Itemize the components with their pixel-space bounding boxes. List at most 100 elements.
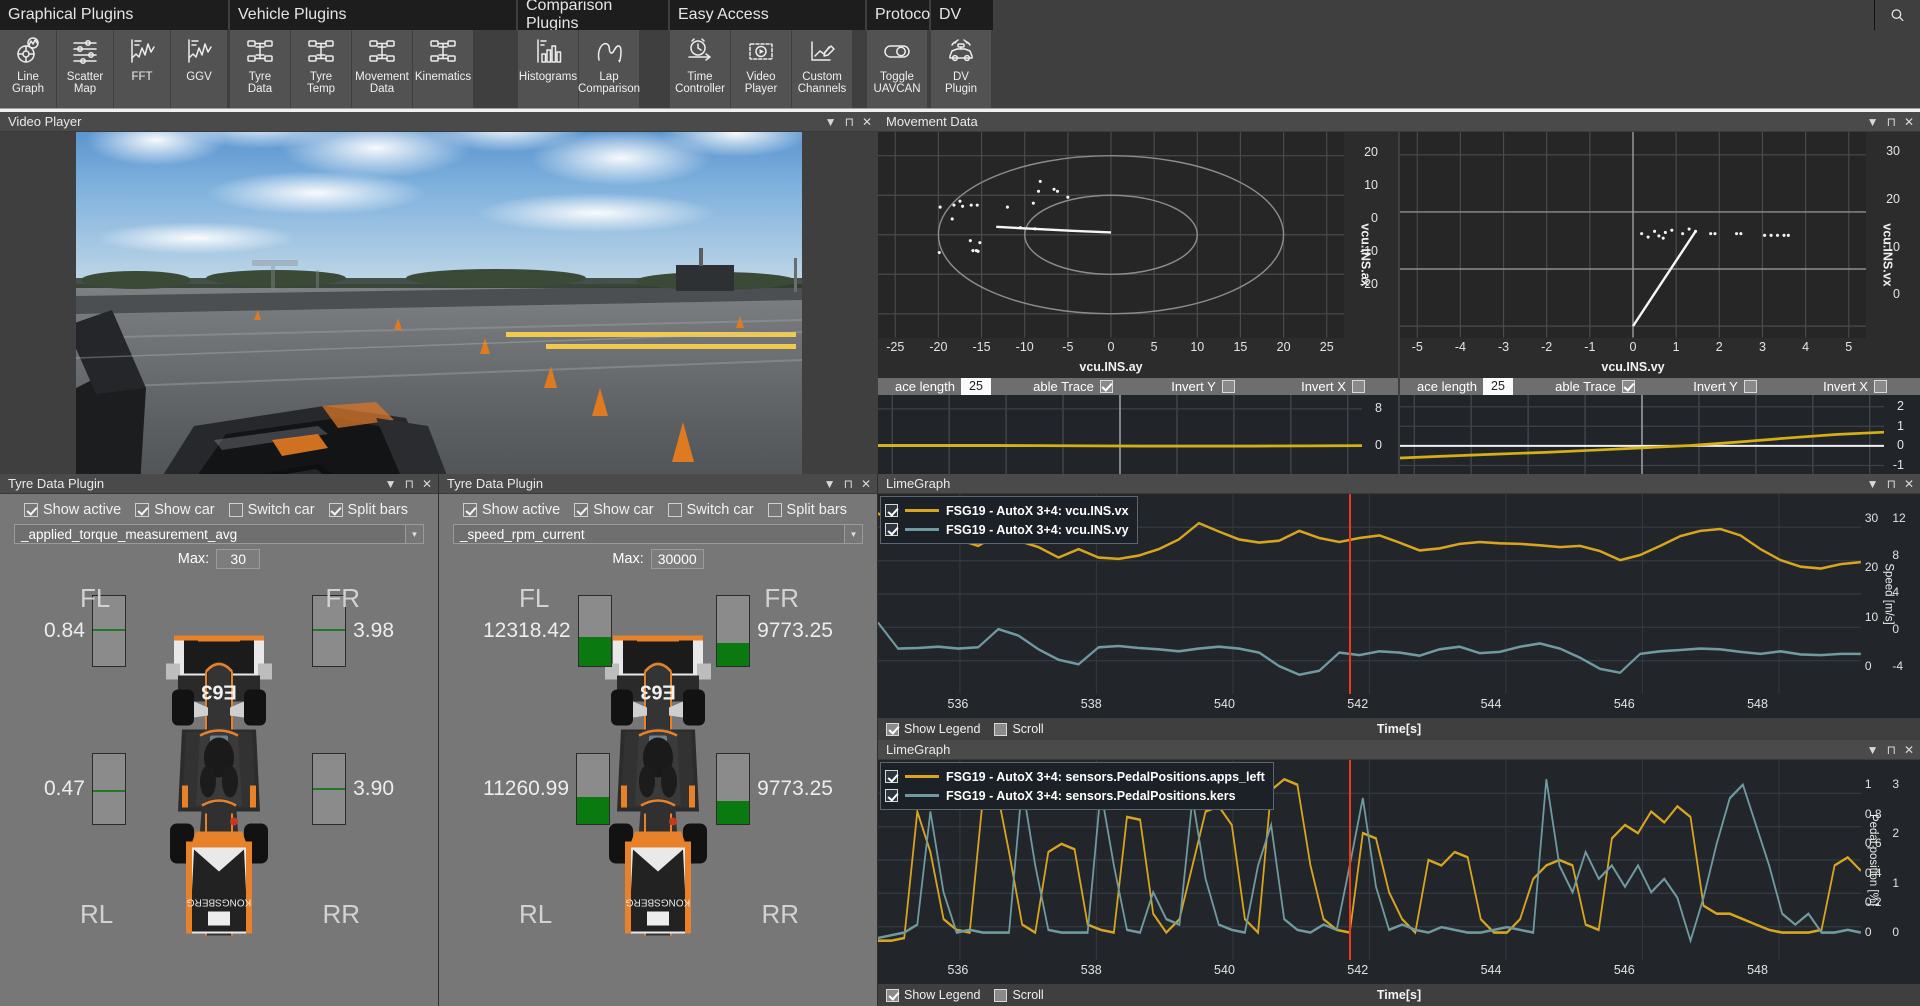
close-icon[interactable]: ✕	[1904, 478, 1914, 490]
tool-tyre-temp[interactable]: Tyre Temp	[291, 30, 351, 108]
close-icon[interactable]: ✕	[862, 116, 872, 128]
chevron-down-icon[interactable]: ▼	[844, 525, 862, 543]
movement-right-control-able-trace[interactable]: able Trace	[1530, 379, 1660, 394]
control-checkbox[interactable]	[1873, 379, 1887, 393]
control-number-input[interactable]: 25	[1483, 377, 1513, 395]
checkbox-box[interactable]	[228, 503, 243, 517]
checkbox-box[interactable]	[463, 503, 477, 517]
movement-left-control-invert-x[interactable]: Invert X	[1268, 379, 1398, 394]
legend-checkbox[interactable]	[885, 504, 898, 517]
tool-video-player[interactable]: Video Player	[731, 30, 791, 108]
video-frame[interactable]	[76, 132, 802, 474]
close-icon[interactable]: ✕	[1904, 744, 1914, 756]
movement-right-control-invert-x[interactable]: Invert X	[1790, 379, 1920, 394]
search-icon[interactable]	[1874, 0, 1920, 30]
checkbox-box[interactable]	[994, 988, 1008, 1002]
chevron-down-icon[interactable]: ▼	[405, 525, 423, 543]
tyre2-checkbox-split-bars[interactable]: Split bars	[767, 502, 847, 518]
tyre1-checkbox-switch-car[interactable]: Switch car	[228, 502, 315, 518]
checkbox-box[interactable]	[135, 503, 150, 517]
tyre1-max-input[interactable]: 30	[216, 549, 261, 569]
tool-dv-plugin[interactable]: DV Plugin	[931, 30, 991, 108]
limegraph-speed-scroll-checkbox[interactable]: Scroll	[994, 722, 1044, 736]
checkbox-box[interactable]	[886, 722, 899, 736]
control-checkbox[interactable]	[1743, 379, 1757, 393]
legend-row[interactable]: FSG19 - AutoX 3+4: sensors.PedalPosition…	[885, 767, 1265, 786]
pin-icon[interactable]: ⊓	[845, 116, 854, 128]
limegraph-pedal-plot-area[interactable]: FSG19 - AutoX 3+4: sensors.PedalPosition…	[878, 760, 1861, 960]
limegraph-pedal-show-legend-checkbox[interactable]: Show Legend	[886, 988, 980, 1002]
checkbox-box[interactable]	[994, 722, 1008, 736]
checkbox-box[interactable]	[24, 503, 38, 517]
control-checkbox[interactable]	[1099, 379, 1113, 393]
tool-time-controller[interactable]: Time Controller	[670, 30, 730, 108]
control-checkbox[interactable]	[1351, 379, 1365, 393]
chevron-down-icon[interactable]: ▼	[824, 478, 836, 490]
movement-right-control-ace-length[interactable]: ace length 25	[1400, 377, 1530, 395]
movement-right-control-invert-y[interactable]: Invert Y	[1660, 379, 1790, 394]
chevron-down-icon[interactable]: ▼	[1867, 116, 1879, 128]
pin-icon[interactable]: ⊓	[405, 478, 414, 490]
movement-left-control-ace-length[interactable]: ace length 25	[878, 377, 1008, 395]
tool-histograms[interactable]: Histograms	[518, 30, 578, 108]
tyre1-channel-select[interactable]: _applied_torque_measurement_avg ▼	[14, 524, 424, 544]
checkbox-box[interactable]	[767, 503, 782, 517]
line-pitch-plot-area[interactable]	[1400, 394, 1884, 474]
control-checkbox[interactable]	[1221, 379, 1235, 393]
time-cursor-line[interactable]	[1348, 494, 1351, 694]
tool-fft[interactable]: FFT	[114, 30, 170, 108]
tool-scatter-map[interactable]: Scatter Map	[57, 30, 113, 108]
pin-icon[interactable]: ⊓	[1887, 478, 1896, 490]
control-number-input[interactable]: 25	[961, 377, 991, 395]
pin-icon[interactable]: ⊓	[844, 478, 853, 490]
tool-movement-data[interactable]: Movement Data	[352, 30, 412, 108]
tool-ggv[interactable]: GGV	[171, 30, 227, 108]
legend-checkbox[interactable]	[885, 789, 898, 802]
checkbox-box[interactable]	[574, 503, 589, 517]
scatter-vy-vx-plot-area[interactable]	[1400, 132, 1866, 338]
svg-text:E63: E63	[201, 681, 237, 703]
close-icon[interactable]: ✕	[422, 478, 432, 490]
pin-icon[interactable]: ⊓	[1887, 744, 1896, 756]
checkbox-box[interactable]	[328, 503, 343, 517]
legend-row[interactable]: FSG19 - AutoX 3+4: vcu.INS.vy	[885, 520, 1129, 539]
tool-custom-channels[interactable]: Custom Channels	[792, 30, 852, 108]
checkbox-box[interactable]	[886, 988, 899, 1002]
tool-lap-comparison[interactable]: Lap Comparison	[578, 30, 640, 108]
tyre2-checkbox-switch-car[interactable]: Switch car	[667, 502, 754, 518]
limegraph-speed-plot-area[interactable]: FSG19 - AutoX 3+4: vcu.INS.vx FSG19 - Aut…	[878, 494, 1861, 694]
chevron-down-icon[interactable]: ▼	[825, 116, 837, 128]
tool-kinematics[interactable]: Kinematics	[413, 30, 473, 108]
scatter-ay-ax-plot-area[interactable]	[878, 132, 1344, 338]
checkbox-box[interactable]	[667, 503, 682, 517]
legend-checkbox[interactable]	[885, 523, 898, 536]
tyre1-checkbox-show-car[interactable]: Show car	[135, 502, 215, 518]
pin-icon[interactable]: ⊓	[1887, 116, 1896, 128]
movement-left-control-able-trace[interactable]: able Trace	[1008, 379, 1138, 394]
tyre2-checkbox-show-active[interactable]: Show active	[463, 502, 560, 518]
limegraph-speed-show-legend-checkbox[interactable]: Show Legend	[886, 722, 980, 736]
tool-toggle-uavcan[interactable]: Toggle UAVCAN	[867, 30, 927, 108]
tyre2-checkbox-show-car[interactable]: Show car	[574, 502, 654, 518]
close-icon[interactable]: ✕	[1904, 116, 1914, 128]
tool-line-graph[interactable]: Line Graph	[0, 30, 56, 108]
tool-label: Kinematics	[414, 71, 472, 83]
time-cursor-line[interactable]	[1348, 760, 1351, 960]
legend-row[interactable]: FSG19 - AutoX 3+4: vcu.INS.vx	[885, 501, 1129, 520]
legend-checkbox[interactable]	[885, 770, 898, 783]
limegraph-pedal-scroll-checkbox[interactable]: Scroll	[994, 988, 1044, 1002]
tyre2-channel-select[interactable]: _speed_rpm_current ▼	[453, 524, 863, 544]
y-tick: 10	[1364, 177, 1378, 192]
tyre1-checkbox-show-active[interactable]: Show active	[24, 502, 121, 518]
tool-tyre-data[interactable]: Tyre Data	[230, 30, 290, 108]
control-checkbox[interactable]	[1621, 379, 1635, 393]
movement-left-control-invert-y[interactable]: Invert Y	[1138, 379, 1268, 394]
chevron-down-icon[interactable]: ▼	[385, 478, 397, 490]
line-roll-plot-area[interactable]	[878, 394, 1362, 474]
tyre1-checkbox-split-bars[interactable]: Split bars	[328, 502, 408, 518]
chevron-down-icon[interactable]: ▼	[1867, 478, 1879, 490]
legend-row[interactable]: FSG19 - AutoX 3+4: sensors.PedalPosition…	[885, 786, 1265, 805]
close-icon[interactable]: ✕	[861, 478, 871, 490]
tyre2-max-input[interactable]: 30000	[650, 549, 704, 569]
chevron-down-icon[interactable]: ▼	[1867, 744, 1879, 756]
